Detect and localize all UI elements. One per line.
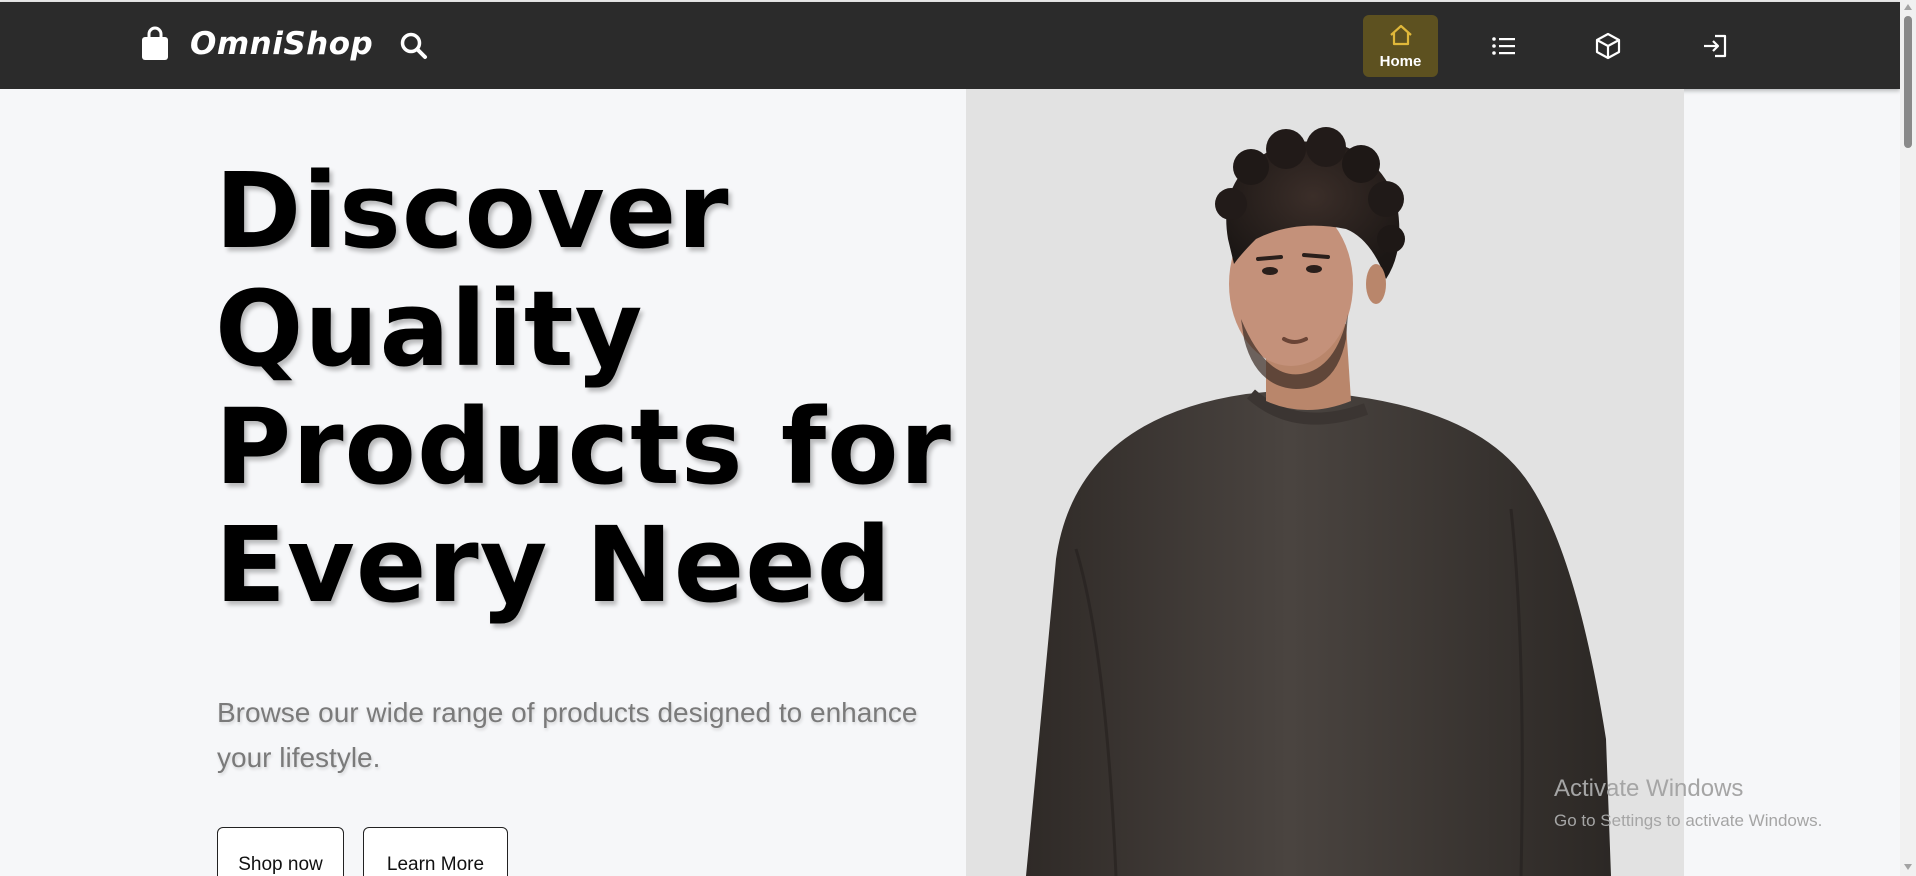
- hero-title-line: Every Need: [215, 504, 893, 626]
- hero-title: Discover Quality Products for Every Need: [215, 152, 955, 624]
- shop-now-button[interactable]: Shop now: [217, 827, 344, 876]
- home-icon: [1389, 24, 1412, 45]
- hero-subtitle: Browse our wide range of products design…: [217, 690, 957, 780]
- brand-name: OmniShop: [190, 26, 374, 62]
- scroll-down-arrow-icon[interactable]: [1904, 864, 1912, 870]
- windows-activation-watermark: Activate Windows Go to Settings to activ…: [1554, 775, 1822, 831]
- watermark-subtitle: Go to Settings to activate Windows.: [1554, 811, 1823, 830]
- box-icon: [1595, 32, 1620, 60]
- nav-list[interactable]: [1466, 15, 1541, 77]
- nav-home[interactable]: Home: [1363, 15, 1438, 77]
- hero-title-line: Quality: [215, 268, 644, 390]
- hero-title-line: Discover: [215, 150, 730, 272]
- man-in-dark-sweater-photo: [1026, 127, 1611, 876]
- shopping-bag-icon: [142, 26, 168, 60]
- navbar: OmniShop Home: [0, 2, 1900, 89]
- hero-image: [966, 89, 1684, 876]
- hero-subtitle-line: your lifestyle.: [217, 742, 381, 773]
- search-icon: [400, 32, 427, 59]
- search-button[interactable]: [398, 30, 430, 62]
- vertical-scrollbar[interactable]: [1900, 0, 1916, 876]
- scroll-thumb[interactable]: [1904, 16, 1912, 148]
- hero-subtitle-line: Browse our wide range of products design…: [217, 697, 918, 728]
- sign-in-icon: [1703, 34, 1726, 58]
- learn-more-button[interactable]: Learn More: [363, 827, 508, 876]
- nav-home-label: Home: [1379, 52, 1422, 70]
- list-icon: [1491, 37, 1515, 55]
- watermark-title: Activate Windows: [1554, 775, 1744, 802]
- hero-title-line: Products for: [215, 386, 952, 508]
- scroll-up-arrow-icon[interactable]: [1904, 4, 1912, 10]
- nav-login[interactable]: [1677, 15, 1752, 77]
- brand[interactable]: OmniShop: [140, 26, 373, 62]
- nav-products[interactable]: [1570, 15, 1645, 77]
